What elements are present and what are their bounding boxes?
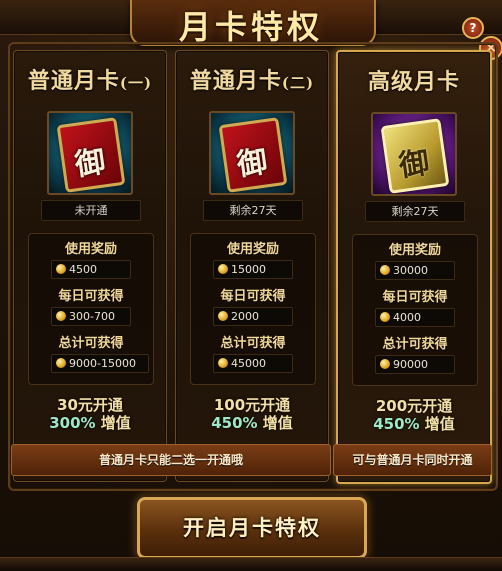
gold-coin-icon xyxy=(380,265,390,275)
card-title: 普通月卡(二) xyxy=(189,68,315,94)
reward-label: 使用奖励 xyxy=(388,243,441,258)
gold-coin-icon xyxy=(56,358,66,368)
reward-label: 使用奖励 xyxy=(226,242,279,257)
reward-info-box: 使用奖励 15000 每日可获得 2000 总计可获得 45000 xyxy=(190,233,316,385)
reward-value: 30000 xyxy=(375,261,455,280)
card-bonus: 450% 增值 xyxy=(373,415,455,433)
daily-label: 每日可获得 xyxy=(220,289,286,304)
gold-coin-icon xyxy=(380,312,390,322)
reward-info-box: 使用奖励 4500 每日可获得 300-700 总计可获得 9000-15000 xyxy=(28,233,154,385)
card-emblem-icon: 御 xyxy=(218,117,288,193)
card-bonus: 300% 增值 xyxy=(49,414,131,432)
gold-coin-icon xyxy=(56,311,66,321)
card-title: 高级月卡 xyxy=(367,69,460,95)
premium-card-note: 可与普通月卡同时开通 xyxy=(333,444,492,476)
gold-coin-icon xyxy=(218,264,228,274)
card-status: 剩余27天 xyxy=(203,200,303,221)
card-status: 未开通 xyxy=(41,200,141,221)
daily-value: 2000 xyxy=(213,307,293,326)
daily-value: 300-700 xyxy=(51,307,131,326)
daily-label: 每日可获得 xyxy=(382,290,448,305)
month-card-premium[interactable]: 高级月卡 御 剩余27天 使用奖励 30000 每日可获得 4000 总计可获得… xyxy=(336,50,492,484)
total-value: 45000 xyxy=(213,354,293,373)
total-value: 9000-15000 xyxy=(51,354,149,373)
month-card-normal-2[interactable]: 普通月卡(二) 御 剩余27天 使用奖励 15000 每日可获得 2000 总计… xyxy=(175,50,329,482)
gold-coin-icon xyxy=(218,358,228,368)
card-image: 御 xyxy=(47,111,133,195)
reward-value: 4500 xyxy=(51,260,131,279)
daily-label: 每日可获得 xyxy=(58,289,124,304)
total-label: 总计可获得 xyxy=(382,337,448,352)
card-image: 御 xyxy=(371,112,457,196)
reward-info-box: 使用奖励 30000 每日可获得 4000 总计可获得 90000 xyxy=(352,234,478,386)
total-label: 总计可获得 xyxy=(220,336,286,351)
help-button[interactable]: ? xyxy=(462,17,484,39)
month-card-normal-1[interactable]: 普通月卡(一) 御 未开通 使用奖励 4500 每日可获得 300-700 总计… xyxy=(13,50,167,482)
daily-value: 4000 xyxy=(375,308,455,327)
card-emblem-icon: 御 xyxy=(56,117,126,193)
card-emblem-icon: 御 xyxy=(380,118,450,194)
normal-card-note: 普通月卡只能二选一开通哦 xyxy=(11,444,331,476)
gold-coin-icon xyxy=(380,359,390,369)
reward-label: 使用奖励 xyxy=(64,242,117,257)
total-value: 90000 xyxy=(375,355,455,374)
card-bonus: 450% 增值 xyxy=(211,414,293,432)
total-label: 总计可获得 xyxy=(58,336,124,351)
gold-coin-icon xyxy=(56,264,66,274)
bottom-border xyxy=(0,557,502,571)
gold-coin-icon xyxy=(218,311,228,321)
reward-value: 15000 xyxy=(213,260,293,279)
card-title: 普通月卡(一) xyxy=(27,68,153,94)
card-status: 剩余27天 xyxy=(365,201,465,222)
card-image: 御 xyxy=(209,111,295,195)
open-month-card-button[interactable]: 开启月卡特权 xyxy=(137,497,367,559)
